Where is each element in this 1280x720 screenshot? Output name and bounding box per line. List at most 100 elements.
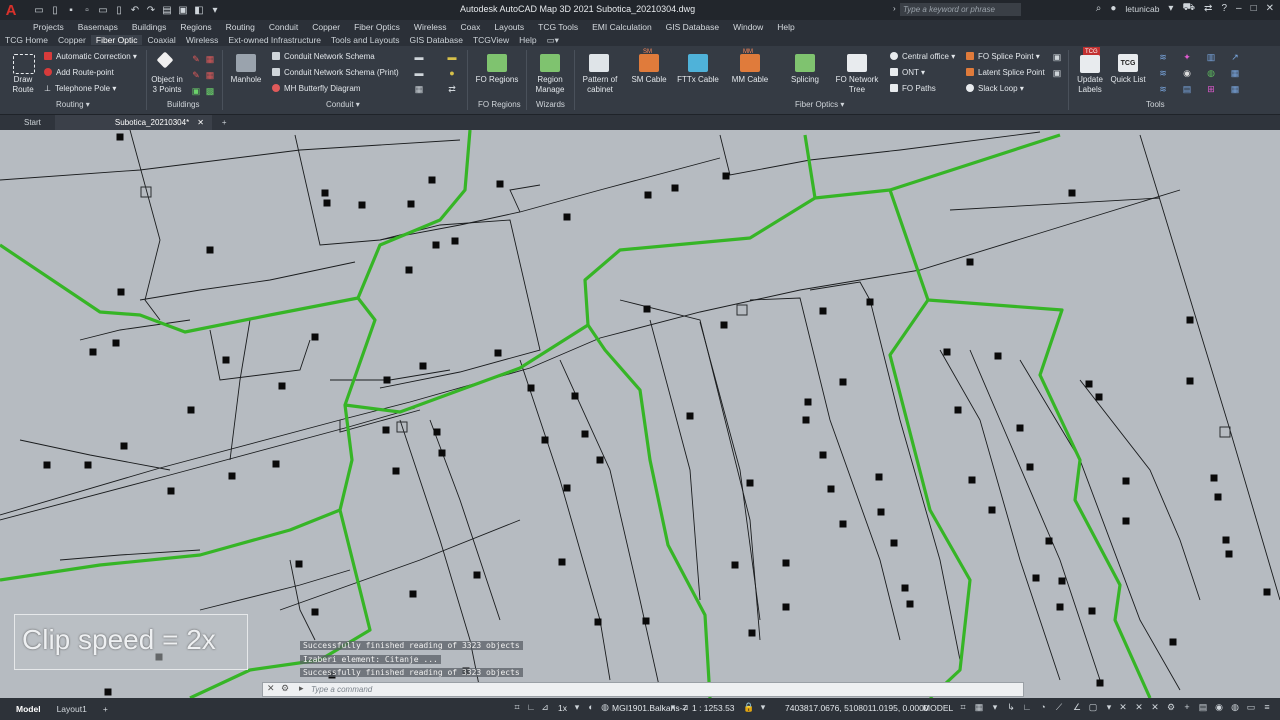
snap-grid-icon[interactable]: ⌗: [512, 702, 522, 712]
slack-loop-button[interactable]: Slack Loop ▾: [966, 84, 1024, 94]
infer-icon[interactable]: ▾: [990, 702, 1000, 712]
building-check-icon[interactable]: ▩: [205, 86, 215, 96]
tab-help[interactable]: Help: [514, 35, 541, 45]
user-icon[interactable]: ●: [1110, 3, 1116, 14]
conduit-tool-c-icon[interactable]: ▦: [414, 84, 424, 94]
autocad-logo[interactable]: A: [0, 0, 22, 20]
redo-icon[interactable]: ↷: [144, 3, 158, 17]
fo-tool-a-icon[interactable]: ▣: [1052, 52, 1062, 62]
coordsys-globe-icon[interactable]: ◍: [600, 702, 610, 712]
globe-icon[interactable]: ◍: [1206, 68, 1216, 78]
building-table-icon[interactable]: ▦: [205, 70, 215, 80]
tool-z-icon[interactable]: ↗: [1230, 52, 1240, 62]
pattern-of-cabinet-button[interactable]: Pattern of cabinet: [578, 75, 622, 95]
conduit-network-schema-print-button[interactable]: Conduit Network Schema (Print): [272, 68, 399, 78]
polar-icon[interactable]: ⊿: [540, 702, 550, 712]
menu-projects[interactable]: Projects: [26, 22, 71, 32]
fttx-cable-button[interactable]: FTTx Cable: [676, 75, 720, 85]
menu-conduit[interactable]: Conduit: [262, 22, 305, 32]
maximize-icon[interactable]: □: [1251, 3, 1257, 14]
map-drawing[interactable]: [0, 130, 1280, 698]
tab-gis-database[interactable]: GIS Database: [405, 35, 468, 45]
tool-y-icon[interactable]: ▥: [1206, 52, 1216, 62]
dynamic-input-icon[interactable]: ↳: [1006, 702, 1016, 712]
annotation-icon[interactable]: ⊿: [680, 702, 690, 712]
network-icon[interactable]: ⊞: [1206, 84, 1216, 94]
automatic-correction-button[interactable]: Automatic Correction ▾: [44, 52, 137, 62]
annotation-scale[interactable]: 1 : 1253.53: [692, 703, 735, 713]
units-icon[interactable]: ▤: [1198, 702, 1208, 712]
menu-coax[interactable]: Coax: [454, 22, 488, 32]
search-arrow-icon[interactable]: ›: [893, 4, 896, 13]
menu-basemaps[interactable]: Basemaps: [71, 22, 125, 32]
undo-icon[interactable]: ↶: [128, 3, 142, 17]
building-add-icon[interactable]: ▣: [191, 86, 201, 96]
routing-panel-label[interactable]: Routing ▾: [56, 100, 90, 109]
snap-toggle-icon[interactable]: ▦: [974, 702, 984, 712]
conduit-tool-a-icon[interactable]: ▬: [414, 52, 424, 62]
tab-wireless[interactable]: Wireless: [181, 35, 224, 45]
dropdown-icon[interactable]: ▾: [208, 3, 222, 17]
table-icon[interactable]: ▦: [1230, 68, 1240, 78]
tab-ext-owned-infrastructure[interactable]: Ext-owned Infrastructure: [223, 35, 326, 45]
open-web-icon[interactable]: ▭: [96, 3, 110, 17]
new-icon[interactable]: ▭: [32, 3, 46, 17]
tab-drawing[interactable]: Subotica_20210304* ✕: [54, 115, 212, 130]
annomonitor-icon[interactable]: +: [1182, 702, 1192, 712]
save-web-icon[interactable]: ▯: [112, 3, 126, 17]
ortho-toggle-icon[interactable]: ∟: [1022, 702, 1032, 712]
fo-paths-button[interactable]: FO Paths: [890, 84, 936, 94]
central-office-button[interactable]: Central office ▾: [890, 52, 955, 62]
search-input[interactable]: Type a keyword or phrase: [900, 3, 1021, 16]
scale-1x[interactable]: 1x: [558, 703, 567, 713]
ortho-icon[interactable]: ∟: [526, 702, 536, 712]
add-route-point-button[interactable]: Add Route-point: [44, 68, 114, 78]
iso-icon[interactable]: ⟋: [1054, 702, 1064, 712]
transparency-icon[interactable]: ◐: [586, 702, 596, 712]
model-space-toggle[interactable]: MODEL: [923, 703, 953, 713]
coordsys-dropdown-icon[interactable]: ▾: [668, 702, 678, 712]
telephone-pole-button[interactable]: ⊥ Telephone Pole ▾: [44, 84, 116, 94]
tab-coaxial[interactable]: Coaxial: [142, 35, 180, 45]
annotation-visibility-icon[interactable]: ✕: [1118, 702, 1128, 712]
status-dropdown-icon[interactable]: ▾: [758, 702, 768, 712]
conduit-panel-label[interactable]: Conduit ▾: [326, 100, 360, 109]
building-tool-icon[interactable]: ✎: [191, 54, 201, 64]
tab-layout1[interactable]: Layout1: [49, 702, 95, 716]
minimize-icon[interactable]: –: [1236, 3, 1242, 14]
plot-icon[interactable]: ▤: [160, 3, 174, 17]
osnap-dropdown-icon[interactable]: ▾: [1104, 702, 1114, 712]
fo-splice-point-button[interactable]: FO Splice Point ▾: [966, 52, 1040, 62]
fo-tool-b-icon[interactable]: ▣: [1052, 68, 1062, 78]
search-icon[interactable]: ⌕: [1096, 3, 1102, 14]
tab-tcgview[interactable]: TCGView: [468, 35, 514, 45]
save-as-icon[interactable]: ▫: [80, 3, 94, 17]
menu-fiber-optics[interactable]: Fiber Optics: [347, 22, 407, 32]
share-icon[interactable]: ▣: [176, 3, 190, 17]
conduit-network-schema-button[interactable]: Conduit Network Schema: [272, 52, 375, 62]
tab-copper[interactable]: Copper: [53, 35, 91, 45]
menu-help[interactable]: Help: [770, 22, 801, 32]
menu-tcg-tools[interactable]: TCG Tools: [531, 22, 585, 32]
grid-icon[interactable]: ▦: [1230, 84, 1240, 94]
chevron-down-icon[interactable]: ▾: [1168, 3, 1173, 14]
fo-network-tree-button[interactable]: FO Network Tree: [830, 75, 884, 95]
close-cmd-icon[interactable]: ✕: [267, 683, 275, 694]
layers-icon[interactable]: ≋: [1158, 52, 1168, 62]
customize-icon[interactable]: ≡: [1262, 702, 1272, 712]
menu-buildings[interactable]: Buildings: [125, 22, 174, 32]
exchange-icon[interactable]: ⇄: [1204, 3, 1212, 14]
quick-list-button[interactable]: Quick List: [1108, 75, 1148, 85]
polar-toggle-icon[interactable]: ◔: [1038, 702, 1048, 712]
cart-icon[interactable]: ⛟: [1182, 2, 1195, 15]
tool-x-icon[interactable]: ▤: [1182, 84, 1192, 94]
annotation-scale-icon[interactable]: ✕: [1150, 702, 1160, 712]
workspace-icon[interactable]: ◧: [192, 3, 206, 17]
conduit-tool-d-icon[interactable]: ▬: [447, 52, 457, 62]
menu-gis-database[interactable]: GIS Database: [659, 22, 726, 32]
layer-stack-icon[interactable]: ≋: [1158, 68, 1168, 78]
menu-routing[interactable]: Routing: [219, 22, 262, 32]
building-edit-icon[interactable]: ✎: [191, 70, 201, 80]
user-name[interactable]: letunicab: [1125, 4, 1159, 14]
latent-splice-point-button[interactable]: Latent Splice Point: [966, 68, 1045, 78]
